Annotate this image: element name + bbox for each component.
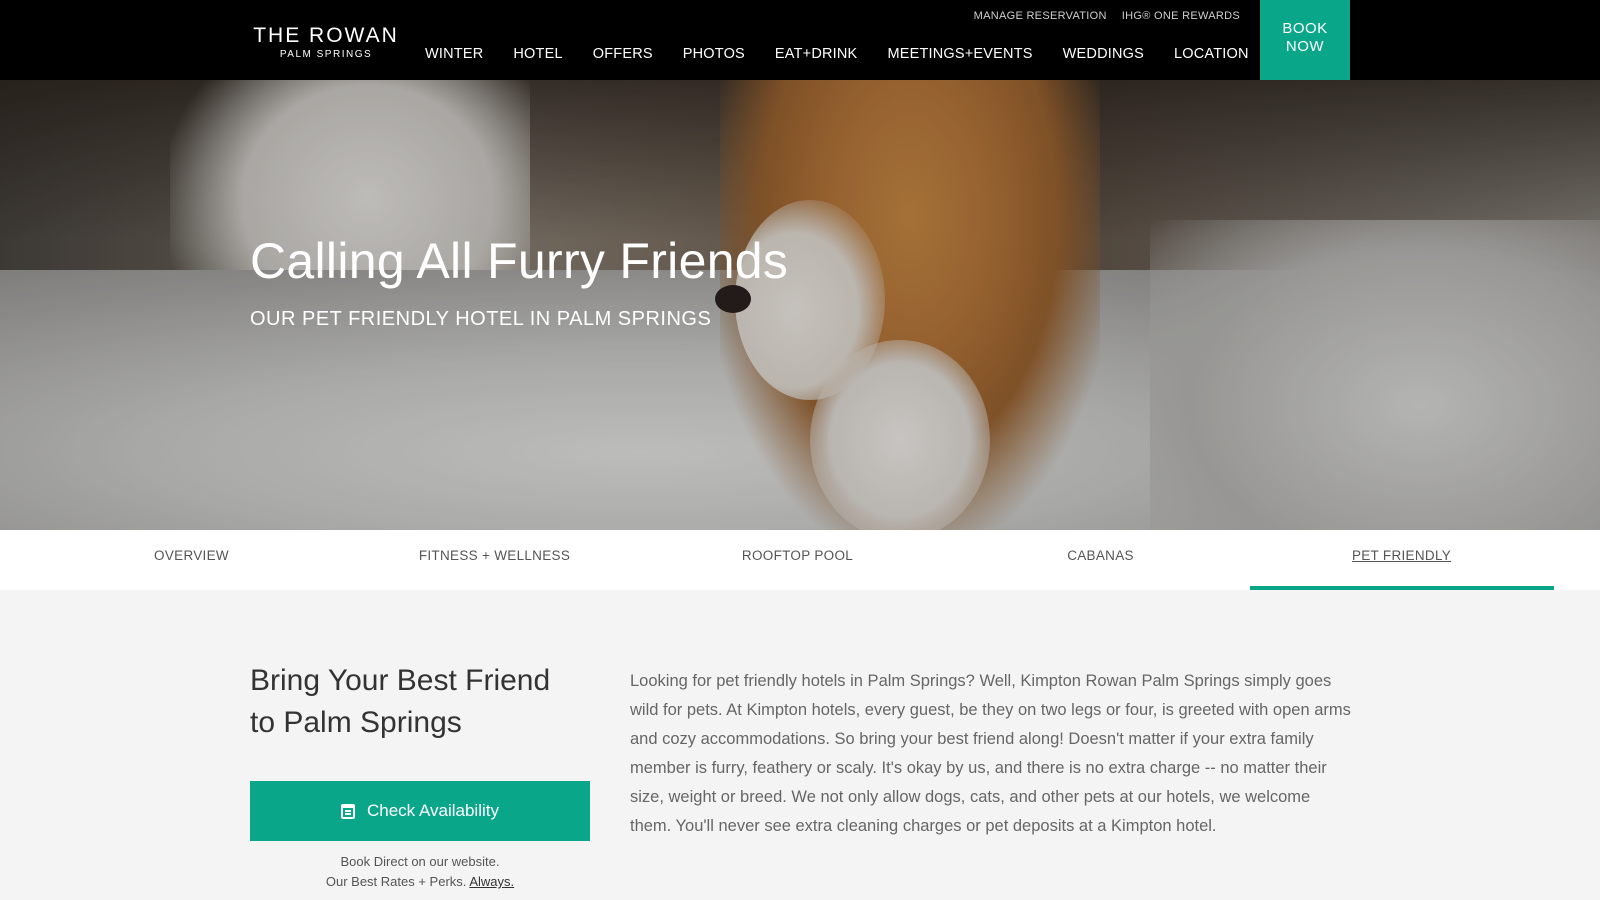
utility-nav: MANAGE RESERVATION IHG® ONE REWARDS — [974, 10, 1240, 22]
main-nav: WINTER HOTEL OFFERS PHOTOS EAT+DRINK MEE… — [425, 46, 1249, 62]
hero-title: Calling All Furry Friends — [250, 233, 789, 289]
book-direct-note: Book Direct on our website. Our Best Rat… — [250, 852, 590, 892]
hero-overlay — [0, 80, 1600, 530]
book-now-line1: BOOK — [1282, 20, 1328, 37]
ihg-rewards-link[interactable]: IHG® ONE REWARDS — [1122, 10, 1240, 22]
nav-location[interactable]: LOCATION — [1174, 46, 1249, 62]
book-now-line2: NOW — [1285, 38, 1325, 55]
hotel-logo[interactable]: THE ROWAN PALM SPRINGS — [250, 24, 402, 62]
logo-sub-text: PALM SPRINGS — [279, 49, 373, 60]
hero-banner: Calling All Furry Friends OUR PET FRIEND… — [0, 80, 1600, 530]
nav-photos[interactable]: PHOTOS — [683, 46, 745, 62]
active-tab-indicator — [1250, 586, 1554, 590]
logo-main-text: THE ROWAN — [253, 24, 399, 47]
site-header: THE ROWAN PALM SPRINGS MANAGE RESERVATIO… — [0, 0, 1600, 100]
intro-heading-line1: Bring Your Best Friend — [250, 664, 551, 697]
nav-meetings-events[interactable]: MEETINGS+EVENTS — [887, 46, 1032, 62]
nav-offers[interactable]: OFFERS — [593, 46, 653, 62]
tab-cabanas[interactable]: CABANAS — [949, 530, 1252, 590]
calendar-icon — [341, 803, 355, 819]
tab-rooftop-pool[interactable]: ROOFTOP POOL — [646, 530, 949, 590]
nav-eat-drink[interactable]: EAT+DRINK — [775, 46, 858, 62]
intro-heading-line2: to Palm Springs — [250, 706, 462, 739]
best-rates-text: Our Best Rates + Perks. — [325, 874, 467, 889]
nav-winter[interactable]: WINTER — [425, 46, 483, 62]
hero-subtitle: OUR PET FRIENDLY HOTEL IN PALM SPRINGS — [250, 308, 712, 330]
section-tabs: OVERVIEW FITNESS + WELLNESS ROOFTOP POOL… — [0, 530, 1600, 590]
check-availability-button[interactable]: Check Availability — [250, 781, 590, 841]
book-direct-line1: Book Direct on our website. — [340, 854, 500, 869]
manage-reservation-link[interactable]: MANAGE RESERVATION — [974, 10, 1107, 22]
nav-weddings[interactable]: WEDDINGS — [1063, 46, 1144, 62]
tab-fitness-wellness[interactable]: FITNESS + WELLNESS — [343, 530, 646, 590]
check-availability-label: Check Availability — [367, 801, 499, 820]
book-direct-line2: Our Best Rates + Perks. Always. — [250, 872, 590, 892]
pet-policy-text: Looking for pet friendly hotels in Palm … — [630, 672, 1351, 835]
tab-pet-friendly[interactable]: PET FRIENDLY — [1250, 530, 1553, 590]
always-link[interactable]: Always. — [469, 874, 514, 889]
nav-hotel[interactable]: HOTEL — [513, 46, 562, 62]
tab-overview[interactable]: OVERVIEW — [40, 530, 343, 590]
intro-heading: Bring Your Best Friend to Palm Springs — [250, 660, 610, 744]
